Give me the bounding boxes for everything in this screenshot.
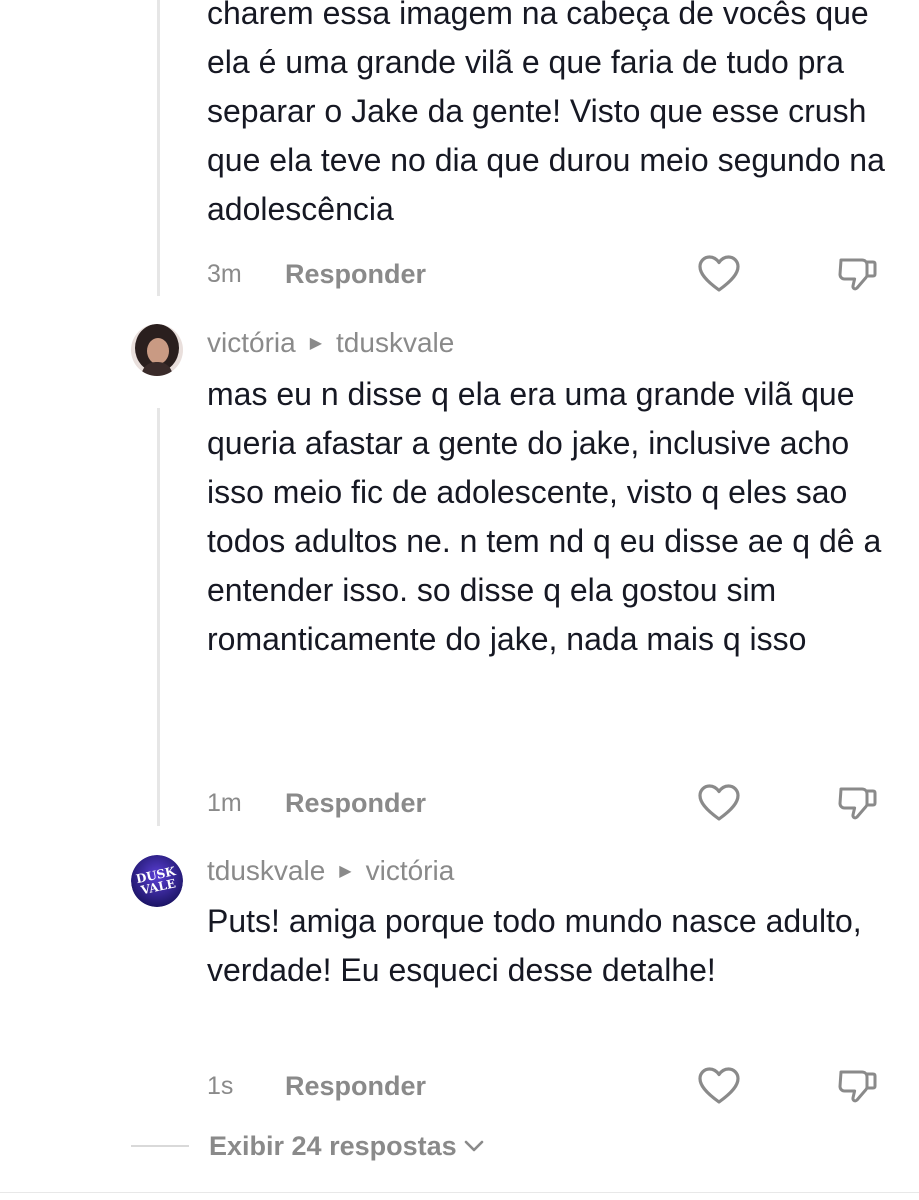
reply-button[interactable]: Responder: [285, 259, 426, 290]
comment-timestamp: 3m: [207, 259, 242, 288]
comment-actions: 1s Responder: [207, 1066, 919, 1106]
reply-arrow-icon: ▶: [309, 335, 323, 352]
reply-button[interactable]: Responder: [285, 1071, 426, 1102]
comment-author[interactable]: tduskvale: [207, 855, 325, 887]
comment-actions: 3m Responder: [207, 254, 919, 294]
avatar[interactable]: [131, 324, 183, 376]
thread-line: [157, 408, 160, 826]
view-more-replies-label[interactable]: Exibir 24 respostas: [209, 1131, 457, 1162]
reply-to-user[interactable]: tduskvale: [336, 327, 454, 359]
dislike-icon[interactable]: [835, 1066, 879, 1106]
heart-icon[interactable]: [697, 783, 741, 823]
comment-header: victória ▶ tduskvale: [207, 327, 454, 359]
view-more-replies[interactable]: Exibir 24 respostas: [131, 1128, 485, 1164]
heart-icon[interactable]: [697, 1066, 741, 1106]
comment-text: Puts! amiga porque todo mundo nasce adul…: [207, 903, 862, 988]
reply-to-user[interactable]: victória: [366, 855, 455, 887]
comment-author[interactable]: victória: [207, 327, 296, 359]
avatar[interactable]: DUSK VALE: [131, 855, 183, 907]
comment-header: tduskvale ▶ victória: [207, 855, 454, 887]
reply-arrow-icon: ▶: [339, 863, 352, 880]
dislike-icon[interactable]: [835, 783, 879, 823]
comment-text: charem essa imagem na cabeça de vocês qu…: [207, 0, 885, 227]
comment-timestamp: 1m: [207, 788, 242, 817]
thread-line: [157, 0, 160, 296]
reply-button[interactable]: Responder: [285, 788, 426, 819]
heart-icon[interactable]: [697, 254, 741, 294]
comment-text: mas eu n disse q ela era uma grande vilã…: [207, 376, 882, 657]
divider: [131, 1145, 189, 1147]
comment-actions: 1m Responder: [207, 783, 919, 823]
comment-timestamp: 1s: [207, 1071, 234, 1100]
chevron-down-icon: [464, 1140, 483, 1152]
divider: [0, 1192, 919, 1193]
dislike-icon[interactable]: [835, 254, 879, 294]
